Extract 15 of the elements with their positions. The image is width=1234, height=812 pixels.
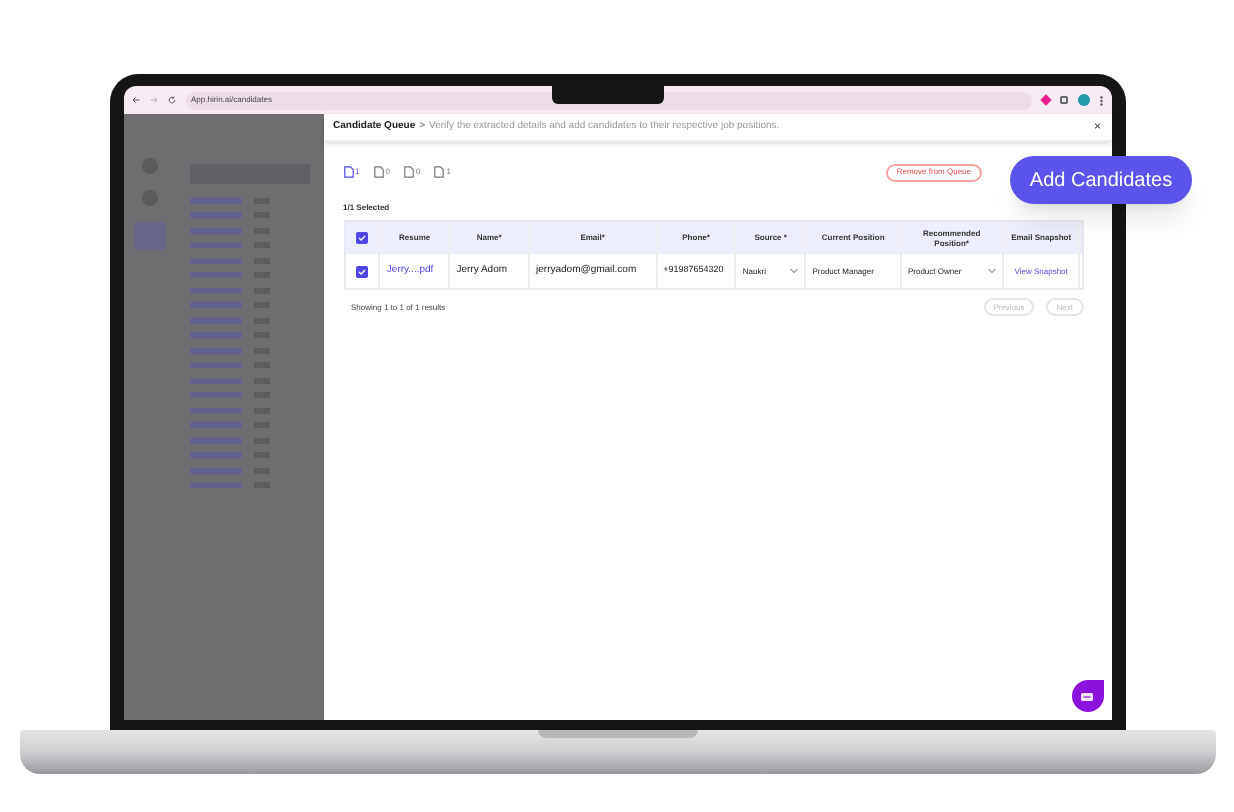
back-icon[interactable] bbox=[131, 96, 139, 104]
document-icon bbox=[373, 166, 384, 178]
reload-icon[interactable] bbox=[167, 96, 175, 104]
message-icon bbox=[1080, 691, 1094, 701]
add-candidates-button[interactable]: Add Candidates bbox=[1010, 156, 1192, 204]
document-icon bbox=[343, 166, 353, 178]
caret-icon bbox=[987, 268, 996, 274]
chat-button[interactable] bbox=[1071, 680, 1103, 712]
document-icon bbox=[434, 166, 445, 178]
camera-notch bbox=[551, 86, 663, 104]
avatar-icon[interactable] bbox=[1078, 94, 1090, 106]
document-icon bbox=[403, 166, 414, 178]
caret-icon bbox=[790, 268, 799, 274]
checkbox[interactable] bbox=[355, 232, 368, 244]
checkbox[interactable] bbox=[355, 265, 368, 277]
